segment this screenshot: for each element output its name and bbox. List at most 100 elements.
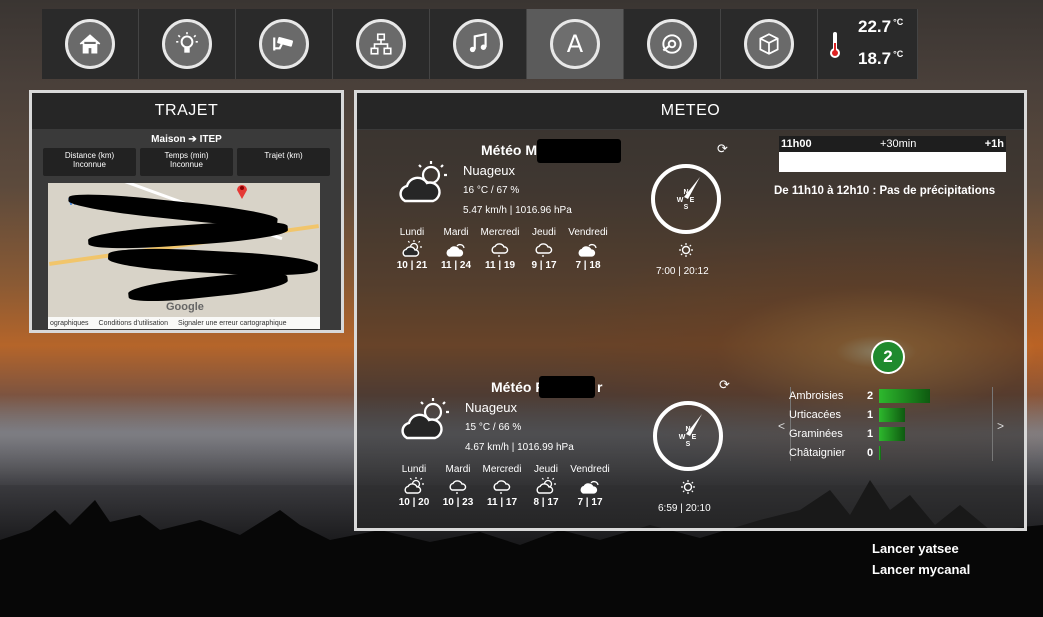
city1-redaction xyxy=(537,139,621,163)
pollen-bar xyxy=(879,407,905,422)
svg-text:N: N xyxy=(685,426,690,433)
pollen-next-button[interactable]: > xyxy=(997,419,1004,433)
forecast-day-name: Lundi xyxy=(399,227,425,238)
cloud-rain-icon xyxy=(480,475,524,497)
svg-text:E: E xyxy=(690,197,695,204)
nav-network-button[interactable] xyxy=(333,9,430,79)
pollen-list: Ambroisies 2 Urticacées 1 Graminées 1 Châtaign… xyxy=(789,386,930,462)
city1-condition: Nuageux xyxy=(463,163,516,178)
svg-text:S: S xyxy=(684,204,689,211)
map-pin-icon xyxy=(237,185,247,199)
svg-text:E: E xyxy=(692,434,697,441)
forecast-day-name: Vendredi xyxy=(570,464,610,475)
city1-weather-icon xyxy=(399,161,447,203)
city2-wind-compass: N W E S xyxy=(653,401,723,471)
precipitation-timeline: 11h00 +30min +1h xyxy=(779,136,1006,172)
forecast-day-name: Mercredi xyxy=(482,464,522,475)
pollen-value: 1 xyxy=(867,427,874,440)
city1-title: Météo M xyxy=(481,142,537,158)
forecast-minmax: 7 | 18 xyxy=(575,260,601,271)
city1-forecast: Lundi 10 | 21 Mardi 11 | 24 Mercredi 11 | 19 J… xyxy=(390,227,610,271)
city2-temp-humidity: 15 °C / 66 % xyxy=(465,422,522,433)
time-stat: Temps (min) Inconnue xyxy=(140,148,233,176)
forecast-day: Lundi 10 | 21 xyxy=(390,227,434,271)
launch-yatsee-link[interactable]: Lancer yatsee xyxy=(872,541,959,556)
cloud-sun-icon xyxy=(566,238,610,260)
pollen-name: Graminées xyxy=(789,427,843,440)
forecast-day: Mardi 11 | 24 xyxy=(434,227,478,271)
distance-stat: Distance (km) Inconnue xyxy=(43,148,136,176)
forecast-day: Mardi 10 | 23 xyxy=(436,464,480,508)
cloud-rain-icon xyxy=(436,475,480,497)
city2-sun-icon xyxy=(681,480,695,494)
city2-sunrise-sunset: 6:59 | 20:10 xyxy=(658,503,711,514)
map-report-link[interactable]: Signaler une erreur cartographique xyxy=(178,320,287,327)
forecast-day: Jeudi 8 | 17 xyxy=(524,464,568,508)
forecast-minmax: 11 | 17 xyxy=(486,497,518,508)
forecast-day: Mercredi 11 | 17 xyxy=(480,464,524,508)
city1-sunrise-sunset: 7:00 | 20:12 xyxy=(656,266,709,277)
trip-stat: Trajet (km) xyxy=(237,148,330,176)
city1-refresh-icon[interactable]: ⟳ xyxy=(717,141,728,157)
thermometer-icon xyxy=(830,32,840,58)
city2-title-tail: r xyxy=(597,379,603,395)
route-label: Maison ➔ ITEP xyxy=(151,134,222,145)
forecast-minmax: 8 | 17 xyxy=(533,497,559,508)
forecast-day-name: Mardi xyxy=(445,464,471,475)
letter-a-icon: A xyxy=(566,30,584,58)
nav-home-button[interactable] xyxy=(42,9,139,79)
disc-icon xyxy=(662,34,682,54)
precipitation-bar xyxy=(779,152,1006,172)
forecast-minmax: 10 | 20 xyxy=(398,497,430,508)
meteo-title: METEO xyxy=(357,93,1024,130)
temp-outdoor: 18.7 °C xyxy=(858,49,904,68)
city2-redaction xyxy=(539,376,595,398)
city1-wind-compass: N W E S xyxy=(651,164,721,234)
nav-lights-button[interactable] xyxy=(139,9,236,79)
pollen-bar xyxy=(879,445,881,460)
forecast-day: Vendredi 7 | 17 xyxy=(568,464,612,508)
forecast-minmax: 11 | 19 xyxy=(484,260,516,271)
pollen-name: Châtaignier xyxy=(789,446,846,459)
nav-camera-button[interactable] xyxy=(236,9,333,79)
trajet-title: TRAJET xyxy=(32,93,341,130)
pollen-name: Ambroisies xyxy=(789,389,844,402)
camera-icon xyxy=(273,36,294,51)
city2-condition: Nuageux xyxy=(465,400,518,415)
temperature-widget: 22.7 °C 18.7 °C xyxy=(818,9,918,79)
forecast-day: Jeudi 9 | 17 xyxy=(522,227,566,271)
sun-cloud-icon xyxy=(524,475,568,497)
city2-refresh-icon[interactable]: ⟳ xyxy=(719,377,730,393)
nav-box-button[interactable] xyxy=(721,9,818,79)
nav-disc-button[interactable] xyxy=(624,9,721,79)
pollen-bar xyxy=(879,388,930,403)
city1-temp-humidity: 16 °C / 67 % xyxy=(463,185,520,196)
route-map[interactable]: Vie Google ographiques Conditions d'util… xyxy=(48,183,320,329)
lightbulb-icon xyxy=(176,32,198,53)
pollen-row: Ambroisies 2 xyxy=(789,386,930,405)
city1-wind-pressure: 5.47 km/h | 1016.96 hPa xyxy=(463,205,572,216)
top-nav: A 22.7 °C 18.7 °C xyxy=(42,9,918,79)
temp-indoor: 22.7 °C xyxy=(858,17,904,36)
launch-mycanal-link[interactable]: Lancer mycanal xyxy=(872,562,970,577)
map-terms-link[interactable]: Conditions d'utilisation xyxy=(99,320,168,327)
forecast-minmax: 10 | 23 xyxy=(442,497,474,508)
pollen-row: Urticacées 1 xyxy=(789,405,930,424)
cloud-sun-icon xyxy=(568,475,612,497)
forecast-day: Lundi 10 | 20 xyxy=(392,464,436,508)
precipitation-text: De 11h10 à 12h10 : Pas de précipitations xyxy=(774,185,996,197)
nav-a-button[interactable]: A xyxy=(527,9,624,79)
pollen-row: Graminées 1 xyxy=(789,424,930,443)
city2-title: Météo P xyxy=(491,379,545,395)
svg-text:S: S xyxy=(686,441,691,448)
pollen-prev-button[interactable]: < xyxy=(778,419,785,433)
nav-music-button[interactable] xyxy=(430,9,527,79)
cloud-rain-icon xyxy=(478,238,522,260)
forecast-minmax: 11 | 24 xyxy=(440,260,472,271)
pollen-bar xyxy=(879,426,905,441)
pollen-name: Urticacées xyxy=(789,408,841,421)
forecast-minmax: 7 | 17 xyxy=(577,497,603,508)
map-footer: ographiques Conditions d'utilisation Sig… xyxy=(48,317,320,329)
google-logo: Google xyxy=(166,301,204,313)
city1-sun-icon xyxy=(679,243,693,257)
